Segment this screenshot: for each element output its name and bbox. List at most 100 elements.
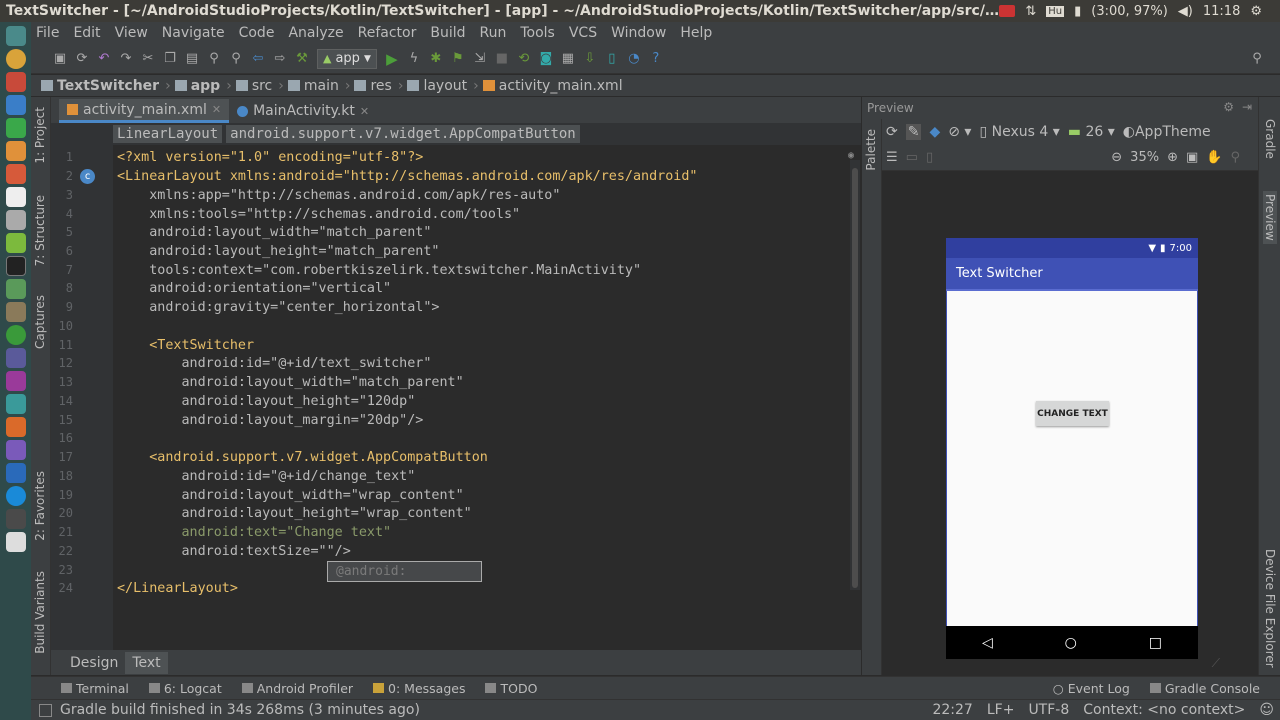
code-line[interactable]: android:layout_width="wrap_content" [117,486,463,505]
code-line[interactable]: <TextSwitcher [117,336,254,355]
resize-handle[interactable]: ⟋ [1212,656,1220,671]
code-line[interactable]: android:orientation="vertical" [117,279,391,298]
debug-icon[interactable]: ✱ [429,51,443,66]
code-line[interactable]: <LinearLayout xmlns:android="http://sche… [117,167,697,186]
code-line[interactable]: tools:context="com.robertkiszelirk.texts… [117,261,641,280]
code-line-highlighted[interactable]: android:text="Change text" [117,523,391,542]
zoom-fit-icon[interactable]: ▣ [1186,150,1198,165]
code-line[interactable]: android:layout_width="match_parent" [117,373,463,392]
device-select[interactable]: ▯ Nexus 4 ▾ [979,124,1059,140]
back-icon[interactable]: ⇦ [251,51,265,66]
attach-debugger-icon[interactable]: ⇲ [473,51,487,66]
battery-icon[interactable]: ▮ [1074,4,1081,19]
code-line[interactable]: xmlns:tools="http://schemas.android.com/… [117,205,520,224]
breadcrumb-project[interactable]: TextSwitcher [41,78,159,94]
breadcrumb-app[interactable]: app [174,78,220,94]
launcher-app9-icon[interactable] [5,509,26,529]
phone-screen[interactable]: CHANGE TEXT [946,291,1198,626]
profiler-icon[interactable]: ◔ [627,51,641,66]
breadcrumb-layout[interactable]: layout [407,78,467,94]
structure-tool-button[interactable]: 7: Structure [33,195,47,266]
run-icon[interactable]: ▶ [385,50,399,68]
launcher-device-icon[interactable] [5,532,26,552]
screen-icon[interactable]: ▭ [906,150,918,165]
launcher-app-icon[interactable] [5,279,26,299]
stop-icon[interactable]: ■ [495,51,509,66]
caret-position[interactable]: 22:27 [932,702,972,718]
launcher-settings-icon[interactable] [5,210,26,230]
launcher-software-icon[interactable] [5,164,26,184]
launcher-amazon-icon[interactable] [5,187,26,207]
breadcrumb-file[interactable]: activity_main.xml [482,78,623,94]
forward-icon[interactable]: ⇨ [273,51,287,66]
menu-analyze[interactable]: Analyze [288,25,343,41]
undo-icon[interactable]: ↶ [97,51,111,66]
code-line[interactable]: android:layout_margin="20dp"/> [117,411,423,430]
terminal-button[interactable]: Terminal [61,681,129,696]
copy-icon[interactable]: ❐ [163,51,177,66]
launcher-chrome-icon[interactable] [5,49,26,69]
redo-icon[interactable]: ↷ [119,51,133,66]
menu-navigate[interactable]: Navigate [162,25,225,41]
menu-help[interactable]: Help [680,25,712,41]
launcher-app4-icon[interactable] [5,394,26,414]
favorites-tool-button[interactable]: 2: Favorites [33,471,47,541]
launcher-docs-icon[interactable] [5,95,26,115]
menu-window[interactable]: Window [611,25,666,41]
orientation-icon[interactable]: ⊘ ▾ [948,124,971,140]
project-structure-icon[interactable]: ▦ [561,51,575,66]
line-gutter[interactable]: 1 2 3 4 5 6 7 8 9 10 11 12 13 14 15 16 1… [51,145,113,650]
menu-tools[interactable]: Tools [520,25,555,41]
refresh-icon[interactable]: ⟳ [886,124,898,140]
code-line[interactable]: android:layout_width="match_parent" [117,223,431,242]
autocomplete-popup[interactable]: @android: [327,561,482,582]
back-triangle-icon[interactable]: ◁ [982,635,993,651]
paste-icon[interactable]: ▤ [185,51,199,66]
code-line[interactable]: android:layout_height="match_parent" [117,242,439,261]
menu-vcs[interactable]: VCS [569,25,597,41]
file-encoding[interactable]: UTF-8 [1028,702,1069,718]
gradle-console-button[interactable]: Gradle Console [1149,681,1260,696]
blueprint-icon[interactable]: ▯ [926,150,933,165]
avd-manager-icon[interactable]: ◙ [539,51,553,66]
pan-icon[interactable]: ✋ [1206,150,1222,165]
breadcrumb-main[interactable]: main [287,78,339,94]
zoom-out-icon[interactable]: ⊖ [1111,150,1122,165]
code-line[interactable]: android:layout_height="120dp" [117,392,415,411]
tab-design[interactable]: Design [63,652,125,674]
launcher-app6-icon[interactable] [5,440,26,460]
editor-scrollbar[interactable] [850,160,860,590]
messages-button[interactable]: 0: Messages [373,681,465,696]
run-config-select[interactable]: ▲ app ▼ [317,48,377,69]
menu-icon[interactable]: ☰ [886,150,898,165]
xml-crumb-appcompatbutton[interactable]: android.support.v7.widget.AppCompatButto… [226,125,580,143]
code-line[interactable]: android:gravity="center_horizontal"> [117,298,439,317]
apply-changes-icon[interactable]: ϟ [407,51,421,66]
layers-icon[interactable]: ◆ [929,124,940,140]
project-tool-button[interactable]: 1: Project [33,107,47,164]
launcher-files-icon[interactable] [5,72,26,92]
code-line[interactable]: <?xml version="1.0" encoding="utf-8"?> [117,148,423,167]
code-line[interactable]: xmlns:app="http://schemas.android.com/ap… [117,186,560,205]
network-icon[interactable]: ⇅ [1025,4,1036,19]
menu-refactor[interactable]: Refactor [358,25,417,41]
replace-icon[interactable]: ⚲ [229,51,243,66]
code-line-current[interactable]: android:textSize=""/> [117,542,350,561]
menu-view[interactable]: View [115,25,148,41]
scrollbar-thumb[interactable] [852,168,858,588]
power-gear-icon[interactable]: ⚙ [1250,4,1262,19]
record-icon[interactable] [999,5,1016,17]
launcher-app2-icon[interactable] [5,348,26,368]
tab-mainactivity-kt[interactable]: MainActivity.kt ✕ [229,99,377,123]
launcher-app3-icon[interactable] [5,371,26,391]
find-icon[interactable]: ⚲ [207,51,221,66]
edit-pen-icon[interactable]: ✎ [905,124,922,140]
theme-select[interactable]: ◐AppTheme [1123,124,1211,140]
search-everywhere-icon[interactable]: ⚲ [1250,51,1264,66]
clock[interactable]: 11:18 [1203,4,1240,19]
recents-square-icon[interactable]: □ [1149,635,1162,651]
preview-hide-icon[interactable]: ⇥ [1242,100,1252,114]
device-preview[interactable]: ▼ ▮ 7:00 Text Switcher CHANGE TEXT ◁ ○ □ [946,238,1198,659]
line-separator[interactable]: LF+ [987,702,1015,718]
menu-run[interactable]: Run [480,25,507,41]
